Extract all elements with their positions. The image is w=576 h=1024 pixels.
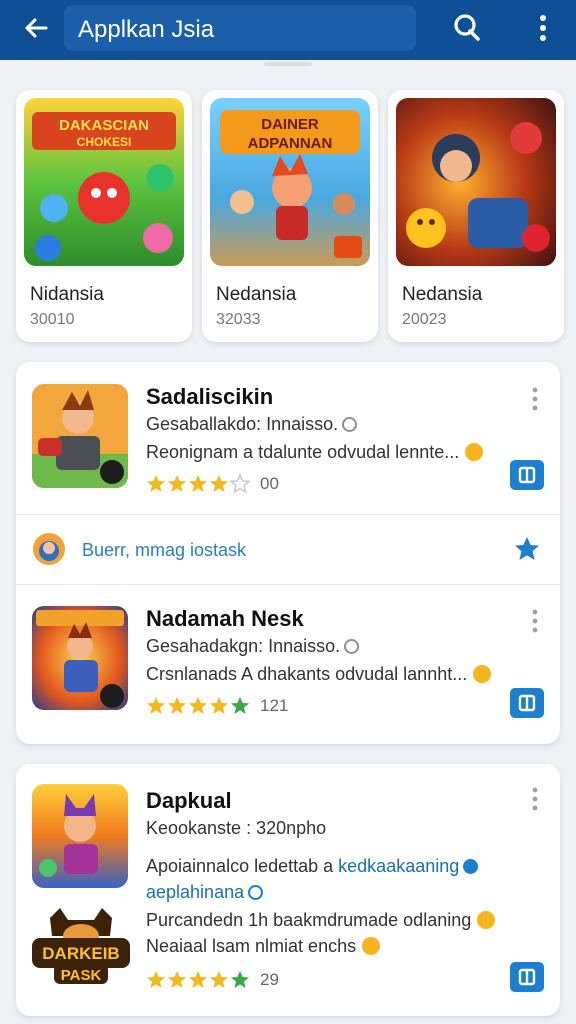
svg-text:CHOKESI: CHOKESI [77,135,132,149]
top-app-card[interactable]: Nedansia 20023 [388,90,564,342]
divider [16,584,560,585]
arrow-left-icon[interactable] [20,12,52,44]
verified-icon [463,859,479,874]
app-count: 30010 [30,311,75,328]
promo-text: Buerr, mmag iostask [82,540,247,560]
smile-emoji-icon [362,937,381,955]
more-vert-icon[interactable] [528,786,542,812]
promo-avatar [33,533,65,565]
description-link[interactable]: kedkaakaaning [338,856,459,876]
star-icon [147,971,249,988]
app-count: 32033 [216,311,261,328]
smile-emoji-icon [477,911,496,929]
app-title: Dapkual [146,788,232,813]
thumbnail-banner: DAKASCIAN [59,117,149,134]
svg-text:PASK: PASK [61,967,102,984]
star-icon [147,474,250,494]
star-icon [147,697,249,714]
star-filled-icon[interactable] [510,534,544,564]
category-link[interactable]: aeplahinana [146,882,264,903]
app-thumbnail: DAKASCIAN CHOKESI [24,98,184,266]
app-name: Nedansia [216,284,297,305]
app-subtitle: Keookanste : 320npho [146,818,327,838]
svg-text:ADPANNAN: ADPANNAN [248,135,333,152]
more-vert-icon[interactable] [528,386,542,412]
app-title: Applkan Jsia [78,16,215,43]
smile-emoji-icon [473,665,492,683]
open-app-button[interactable] [510,688,544,718]
external-link-icon [518,694,536,712]
app-thumbnail: DAINER ADPANNAN [210,98,370,266]
app-note: Purcandedn 1h baakmdrumade odlaning [146,910,496,931]
app-subtitle: Gesahadakgn: Innaisso. [146,636,360,657]
app-subtitle-text: Gesahadakgn: Innaisso. [146,636,341,656]
app-description-text: Reonignam a tdalunte odvudal lennte... [146,442,460,462]
smile-emoji-icon [465,443,484,461]
rating-count: 121 [260,696,289,715]
app-title: Nadamah Nesk [146,606,304,631]
app-detail-card[interactable]: DARKEIB PASK Dapkual Keookanste : 320nph… [16,764,560,1016]
open-app-button[interactable] [510,460,544,490]
game-logo: DARKEIB PASK [32,908,130,984]
refresh-icon [344,639,360,654]
more-vert-icon[interactable] [528,608,542,634]
app-thumbnail [396,98,556,266]
title-field[interactable]: Applkan Jsia [64,5,416,51]
app-thumbnail [32,384,128,488]
app-subtitle: Gesaballakdo: Innaisso. [146,414,358,435]
app-description: Crsnlanads A dhakants odvudal lannht... [146,664,492,685]
drag-handle[interactable] [264,62,312,66]
more-vert-icon[interactable] [530,12,556,44]
rating-stars: 29 [146,970,279,990]
refresh-icon [342,417,358,432]
app-name: Nedansia [402,284,483,305]
svg-text:DAINER: DAINER [261,116,319,133]
svg-text:DARKEIB: DARKEIB [42,944,119,963]
rating-count: 29 [260,970,279,989]
divider [16,514,560,515]
app-thumbnail [32,784,128,888]
app-note-text: Purcandedn 1h baakmdrumade odlaning [146,910,472,930]
app-title: Sadaliscikin [146,384,274,409]
app-note-2: Neaiaal lsam nlmiat enchs [146,936,381,957]
app-description: Reonignam a tdalunte odvudal lennte... [146,442,484,463]
rating-stars: 00 [146,474,279,494]
app-count: 20023 [402,311,447,328]
top-app-card[interactable]: DAINER ADPANNAN Nedansia 32033 [202,90,378,342]
app-subtitle-text: Gesaballakdo: Innaisso. [146,414,339,434]
app-thumbnail [32,606,128,710]
tag-icon [248,885,264,900]
top-app-card[interactable]: DAKASCIAN CHOKESI Nidansia 30010 [16,90,192,342]
app-description-text: Apoiainnalco ledettab a [146,856,339,876]
external-link-icon [518,466,536,484]
external-link-icon [518,968,536,986]
search-icon[interactable] [450,11,484,45]
category-link-text: aeplahinana [146,882,245,902]
app-description-text: Crsnlanads A dhakants odvudal lannht... [146,664,468,684]
rating-stars: 121 [146,696,288,716]
app-note-2-text: Neaiaal lsam nlmiat enchs [146,936,357,956]
open-app-button[interactable] [510,962,544,992]
app-name: Nidansia [30,284,104,305]
app-bar: Applkan Jsia [0,0,576,60]
rating-count: 00 [260,474,279,493]
app-list-card: Sadaliscikin Gesaballakdo: Innaisso. Reo… [16,362,560,744]
app-description: Apoiainnalco ledettab a kedkaakaaning [146,856,479,877]
